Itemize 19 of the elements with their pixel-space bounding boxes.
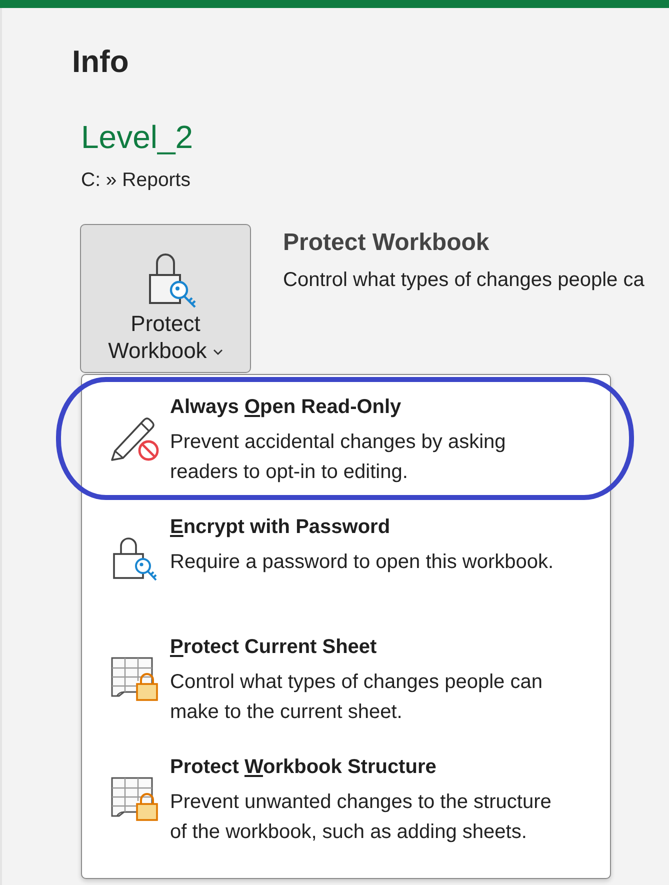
caret-icon — [212, 349, 223, 356]
lock-key-icon — [148, 252, 198, 310]
menu-option-title[interactable]: Protect Current Sheet — [170, 635, 377, 659]
protect-description: Control what types of changes people ca — [283, 268, 644, 293]
sheet-lock-icon — [110, 776, 160, 822]
menu-option-title[interactable]: Encrypt with Password — [170, 515, 390, 539]
protect-workbook-button[interactable]: Protect Workbook — [80, 224, 251, 373]
menu-option-title[interactable]: Always Open Read-Only — [170, 395, 402, 419]
menu-option-description: Prevent accidental changes by asking readers to opt-in to editing. — [170, 430, 507, 485]
menu-option-description: Control what types of changes people can make to the current sheet. — [170, 670, 544, 725]
protect-heading: Protect Workbook — [283, 228, 490, 258]
page-title: Info — [72, 44, 129, 80]
menu-option-description: Require a password to open this workbook. — [170, 550, 555, 575]
pencil-blocked-icon — [110, 416, 160, 462]
document-name: Level_2 — [81, 118, 194, 157]
menu-option-description: Prevent unwanted changes to the structure of the workbook, such as adding sheets. — [170, 790, 552, 845]
menu-option-title[interactable]: Protect Workbook Structure — [170, 755, 436, 779]
document-path: C: » Reports — [81, 168, 190, 192]
sheet-lock-icon — [110, 656, 160, 702]
